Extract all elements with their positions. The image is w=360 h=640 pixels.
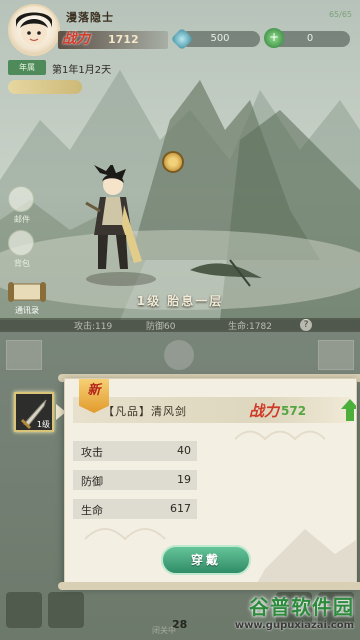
mail-label: 邮件 [14, 215, 30, 224]
realm-row: 年属 第1年1月2天 [8, 60, 178, 76]
coin-pickup-icon[interactable] [162, 151, 184, 173]
new-badge: 新 [79, 379, 109, 413]
realm-date: 第1年1月2天 [52, 65, 112, 76]
currency-coin[interactable]: 0 [264, 28, 350, 48]
scroll-rod-bottom [58, 582, 360, 590]
item-stat-value: 617 [170, 502, 191, 515]
bag-label: 背包 [14, 259, 30, 268]
watermark-title: 谷普软件园 [249, 595, 354, 619]
bag-button[interactable]: 背包 [8, 230, 36, 274]
corner-stat: 65/65 [328, 10, 352, 19]
item-stat-value: 40 [177, 444, 191, 457]
item-header: 【凡品】清风剑 战力 572 [73, 397, 356, 423]
equip-button[interactable]: 穿戴 [161, 545, 251, 575]
item-stat-row: 防御 19 [73, 470, 197, 490]
mail-icon [8, 186, 34, 212]
bag-icon [8, 230, 34, 256]
item-power-icon: 战力 [249, 402, 280, 420]
item-stat-key: 防御 [81, 475, 103, 488]
item-stat-key: 生命 [81, 504, 103, 517]
realm-tag: 年属 [8, 60, 46, 75]
currency-coin-value: 0 [306, 33, 314, 44]
hero-realm-title: 1级 胎息一层 [136, 294, 224, 308]
item-name: 【凡品】清风剑 [103, 405, 187, 418]
currency-jade-value: 500 [210, 33, 230, 44]
mail-button[interactable]: 邮件 [8, 186, 36, 230]
green-coin-plus-icon[interactable] [264, 28, 284, 48]
item-stat-key: 攻击 [81, 446, 103, 459]
player-avatar[interactable] [8, 4, 60, 56]
player-name: 漫落隐士 [66, 11, 114, 24]
currency-jade[interactable]: 500 [170, 27, 260, 51]
power-up-arrow-icon [341, 399, 356, 421]
player-power-value: 1712 [108, 33, 139, 46]
player-face-icon [16, 12, 52, 45]
power-icon: 战力 [62, 31, 90, 47]
item-stat-row: 生命 617 [73, 499, 197, 519]
item-power-value: 572 [281, 404, 307, 418]
site-watermark: 谷普软件园 www.gupuxiazai.com [180, 591, 356, 637]
selected-item-slot[interactable]: 1级 [14, 392, 54, 432]
item-detail-popup: 【凡品】清风剑 战力 572 新 攻击 40 防御 19 生命 617 穿戴 [64, 378, 357, 586]
watermark-url: www.gupuxiazai.com [234, 620, 354, 631]
hero-character[interactable] [78, 165, 148, 280]
item-stat-row: 攻击 40 [73, 441, 197, 461]
item-level: 1级 [36, 420, 50, 429]
item-stat-value: 19 [177, 473, 191, 486]
cultivation-progress-pill[interactable] [8, 80, 82, 94]
